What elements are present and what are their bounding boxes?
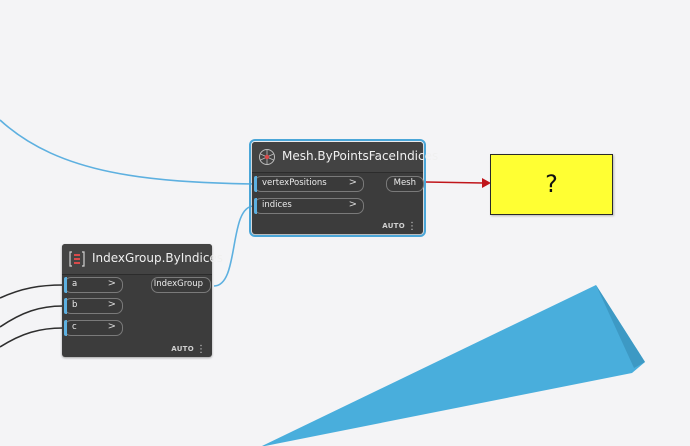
bracket-list-icon [69, 251, 85, 267]
lacing-label[interactable]: AUTO [171, 345, 194, 353]
port-connected-marker [254, 198, 257, 214]
wire-input-a[interactable] [0, 284, 64, 299]
unknown-output-box: ? [490, 154, 613, 215]
wire-indexgroup-to-indices[interactable] [213, 205, 255, 287]
port-label: vertexPositions [262, 178, 327, 188]
chevron-right-icon[interactable]: > [108, 321, 116, 332]
mesh-icon [259, 149, 275, 165]
input-port-b[interactable]: b > [64, 298, 123, 314]
chevron-right-icon[interactable]: > [349, 199, 357, 210]
input-port-a[interactable]: a > [64, 277, 123, 293]
port-connected-marker [254, 176, 257, 192]
wire-input-c[interactable] [0, 327, 64, 348]
input-port-indices[interactable]: indices > [254, 198, 364, 214]
node-menu-icon[interactable]: ⋮ [407, 222, 417, 232]
arrow-mesh-to-unknown [425, 181, 484, 184]
node-header[interactable]: Mesh.ByPointsFaceIndices [252, 142, 438, 173]
wire-vertexpositions[interactable] [0, 119, 255, 185]
port-label: Mesh [393, 178, 416, 188]
input-port-c[interactable]: c > [64, 320, 123, 336]
port-label: c [72, 322, 77, 332]
node-menu-icon[interactable]: ⋮ [196, 345, 206, 355]
chevron-right-icon[interactable]: > [349, 177, 357, 188]
output-port-mesh[interactable]: Mesh [386, 176, 424, 192]
node-indexgroup-by-indices[interactable]: IndexGroup.ByIndices a > b > c > IndexGr… [62, 244, 223, 357]
port-connected-marker [64, 298, 67, 314]
lacing-label[interactable]: AUTO [382, 222, 405, 230]
node-title: Mesh.ByPointsFaceIndices [282, 149, 439, 163]
port-label: indices [262, 200, 292, 210]
blue-wedge-shape [262, 285, 645, 446]
graph-canvas[interactable]: Mesh.ByPointsFaceIndices vertexPositions… [0, 0, 690, 446]
node-mesh-by-points-face-indices[interactable]: Mesh.ByPointsFaceIndices vertexPositions… [249, 139, 438, 237]
wire-input-b[interactable] [0, 305, 64, 328]
node-title: IndexGroup.ByIndices [92, 251, 224, 265]
input-port-vertexpositions[interactable]: vertexPositions > [254, 176, 364, 192]
question-mark-label: ? [545, 170, 558, 198]
chevron-right-icon[interactable]: > [108, 278, 116, 289]
output-port-indexgroup[interactable]: IndexGroup [151, 277, 211, 293]
port-label: IndexGroup [153, 279, 203, 289]
port-label: a [72, 279, 78, 289]
port-connected-marker [64, 320, 67, 336]
node-header[interactable]: IndexGroup.ByIndices [62, 244, 223, 275]
chevron-right-icon[interactable]: > [108, 299, 116, 310]
port-connected-marker [64, 277, 67, 293]
port-label: b [72, 300, 78, 310]
